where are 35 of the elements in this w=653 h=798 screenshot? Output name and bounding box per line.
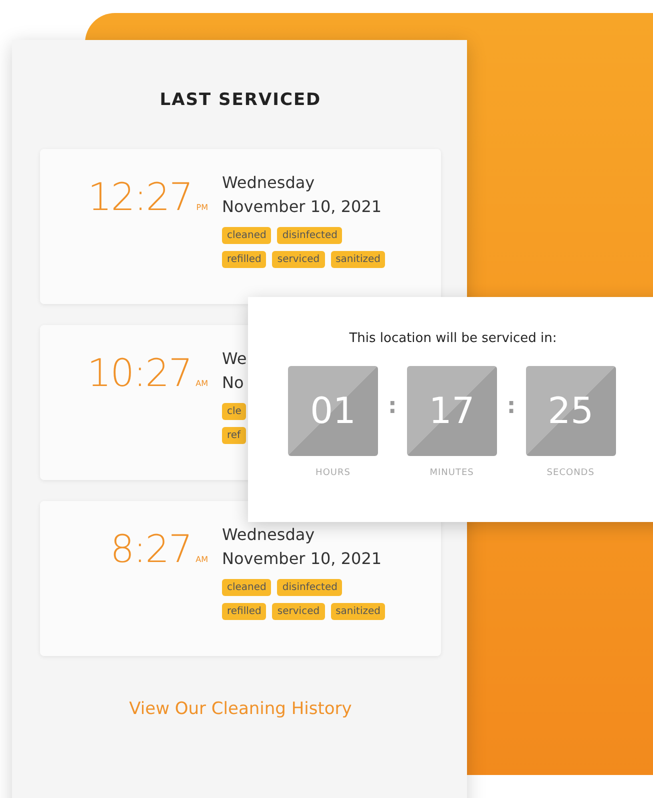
panel-title: LAST SERVICED [158,90,322,110]
service-tag: refilled [222,603,266,620]
service-tag: serviced [272,603,325,620]
service-time: 10:27 [87,351,192,395]
service-tag: cleaned [222,579,272,596]
unit-label: SECONDS [546,468,594,478]
service-tag: disinfected [277,579,342,596]
time-separator: : [506,394,516,419]
service-tag: cle [222,403,246,420]
service-tag: serviced [272,251,325,268]
time-separator: : [388,394,397,419]
service-tag: cleaned [222,227,272,244]
service-tag: disinfected [277,227,342,244]
cleaning-history-link[interactable]: View Our Cleaning History [129,699,352,719]
unit-label: HOURS [316,468,350,478]
unit-label: MINUTES [430,468,474,478]
service-tag: sanitized [330,251,386,268]
service-date: November 10, 2021 [222,548,382,570]
service-day: Wednesday [222,523,315,547]
service-tag: refilled [222,251,266,268]
service-time: 8:27 [110,527,192,571]
meridiem: PM [196,203,208,212]
meridiem: AM [196,379,208,388]
service-time: 12:27 [88,175,192,219]
service-date: No [222,372,244,394]
countdown-tile: 25 [526,366,616,456]
meridiem: AM [196,555,208,564]
countdown-tile: 17 [406,366,497,456]
service-date: November 10, 2021 [222,196,382,218]
countdown-heading: This location will be serviced in: [348,331,558,346]
service-tag: ref [222,427,246,444]
service-day: Wednesday [222,171,315,195]
countdown-tile: 01 [288,366,378,456]
service-day: We [222,347,247,371]
service-tag: sanitized [330,603,386,620]
